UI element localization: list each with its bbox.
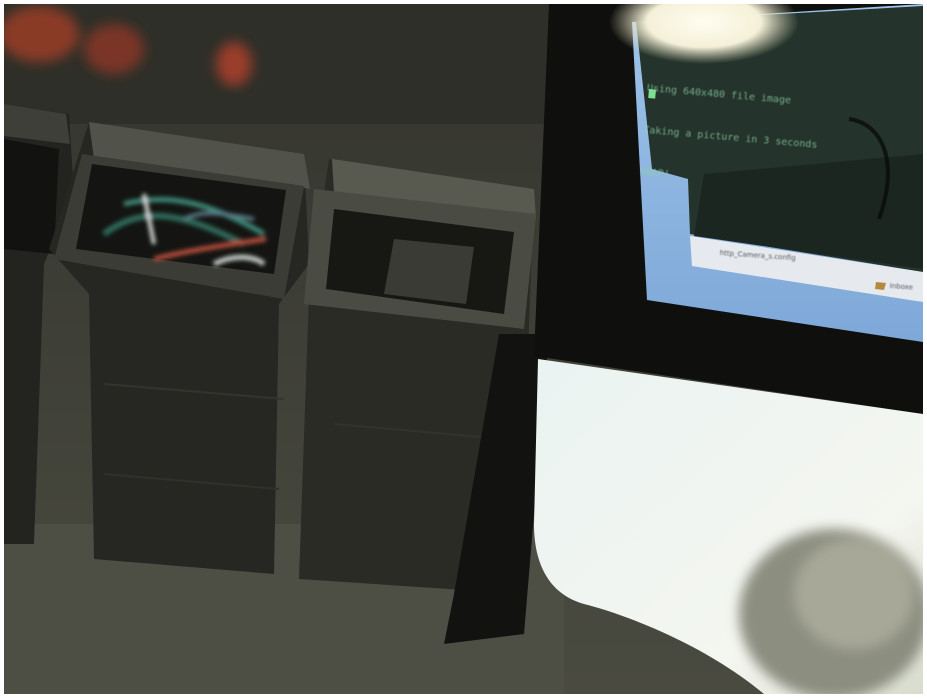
terminal-line: Using 640x480 file image [646, 82, 792, 107]
terminal-line: SNAP! [639, 166, 671, 181]
terminal-output: Using 640x480 file image Taking a pictur… [637, 54, 824, 223]
terminal-line: Taking a picture in 3 seconds [642, 124, 818, 151]
taskbar-tray-label: Inboxe [889, 282, 914, 292]
photo-frame: Using 640x480 file image Taking a pictur… [4, 4, 923, 694]
